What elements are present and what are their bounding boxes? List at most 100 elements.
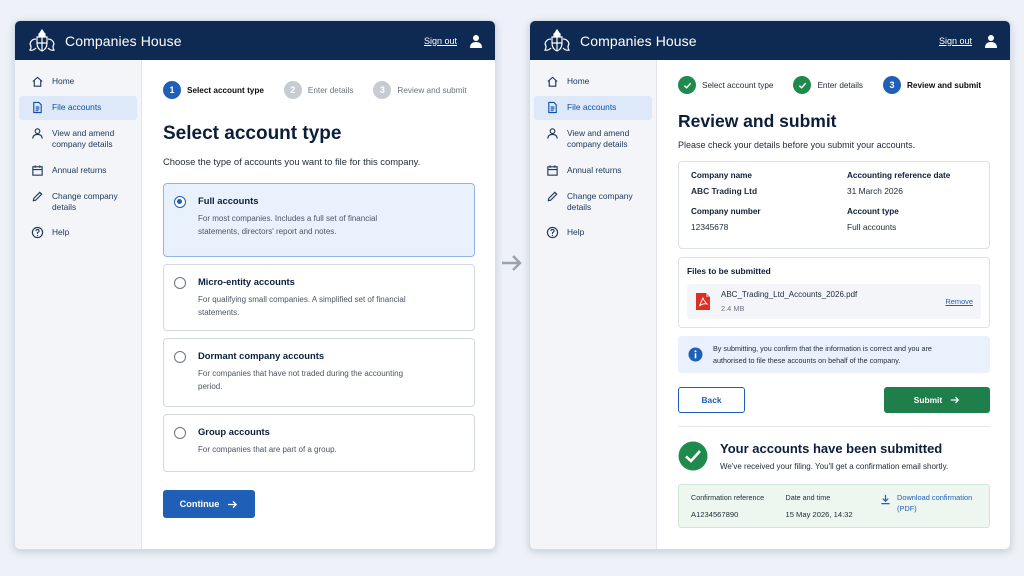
action-buttons: Back Submit [678,387,990,414]
option-full-accounts[interactable]: Full accounts For most companies. Includ… [163,183,475,257]
page-subtitle: Choose the type of accounts you want to … [163,156,421,167]
remove-file-link[interactable]: Remove [945,297,973,306]
brand-name: Companies House [580,32,697,49]
confirmation-reference: Confirmation reference A1234567890 [691,493,786,519]
header-bar: Companies House Sign out [530,21,1010,60]
submit-label: Submit [913,395,943,406]
detail-label: Accounting reference date [847,171,951,180]
detail-company-number: Company number 12345678 [691,207,847,232]
continue-label: Continue [179,499,220,509]
option-title: Group accounts [198,426,270,437]
progress-steps: 1 Select account type 2 Enter details 3 … [163,81,475,99]
select-account-type-screen: Companies House Sign out Home File accou… [14,20,496,550]
page-title: Select account type [163,123,342,144]
continue-button[interactable]: Continue [163,490,255,518]
sidebar-item-annual-returns[interactable]: Annual returns [19,159,137,183]
conf-value: 15 May 2026, 14:32 [785,510,853,520]
calendar-icon [32,165,43,176]
option-group[interactable]: Group accounts For companies that are pa… [163,414,475,472]
submit-button[interactable]: Submit [884,387,990,414]
conf-label: Date and time [785,493,831,503]
user-icon[interactable] [984,34,998,48]
sidebar-item-help[interactable]: Help [534,221,652,245]
detail-value: 31 March 2026 [847,186,903,196]
files-title: Files to be submitted [687,266,771,276]
calendar-icon [547,165,558,176]
sidebar-item-change-details[interactable]: Change company details [19,185,137,220]
details-grid: Company name ABC Trading Ltd Accounting … [691,171,977,232]
success-text: Your accounts have been submitted We've … [720,441,948,471]
step-number: 3 [373,81,392,99]
sidebar-item-label: File accounts [567,102,617,112]
step-label: Review and submit [397,85,467,95]
step-label: Enter details [307,85,354,95]
review-submit-screen: Companies House Sign out Home File accou… [529,20,1011,550]
option-dormant[interactable]: Dormant company accounts For companies t… [163,338,475,407]
radio-unselected[interactable] [174,351,186,363]
step-1: 1 Select account type [163,81,264,99]
radio-selected[interactable] [174,196,186,208]
step-label: Enter details [817,80,863,90]
detail-value: Full accounts [847,222,897,232]
flow-arrow-icon [502,255,522,271]
step-3-current: 3 Review and submit [882,76,982,94]
sidebar-item-view-amend[interactable]: View and amend company details [534,122,652,157]
document-icon [33,101,42,114]
success-banner: Your accounts have been submitted We've … [678,441,990,471]
arrow-right-icon [228,500,238,508]
step-2: 2 Enter details [283,81,354,99]
back-button[interactable]: Back [678,387,745,414]
check-icon [683,82,691,89]
download-confirmation-link[interactable]: Download confirmation (PDF) [880,493,977,519]
declaration-notice: By submitting, you confirm that the info… [678,336,990,374]
sign-out-link[interactable]: Sign out [424,36,457,46]
step-3: 3 Review and submit [373,81,467,99]
user-icon[interactable] [469,34,483,48]
page-subtitle: Please check your details before you sub… [678,140,916,150]
sidebar-item-file-accounts[interactable]: File accounts [19,96,137,120]
person-icon [32,128,43,139]
sidebar-item-label: View and amend company details [52,128,115,150]
sidebar-item-view-amend[interactable]: View and amend company details [19,122,137,157]
home-icon [32,76,43,87]
sidebar-item-file-accounts[interactable]: File accounts [534,96,652,120]
sign-out-link[interactable]: Sign out [939,36,972,46]
download-label: Download confirmation (PDF) [897,493,973,513]
step-check [678,76,696,94]
sidebar-item-label: Help [52,227,70,238]
help-icon [31,227,44,239]
sidebar-item-home[interactable]: Home [19,70,137,94]
sidebar-item-help[interactable]: Help [19,221,137,245]
sidebar-item-change-details[interactable]: Change company details [534,185,652,220]
step-number: 1 [163,81,181,99]
radio-unselected[interactable] [174,277,186,289]
sidebar-item-home[interactable]: Home [534,70,652,94]
step-1-complete: Select account type [678,76,773,94]
detail-label: Company number [691,207,761,216]
files-card: Files to be submitted ABC_Trading_Ltd_Ac… [678,257,990,328]
detail-company-name: Company name ABC Trading Ltd [691,171,847,196]
header-bar: Companies House Sign out [15,21,495,60]
pencil-icon [547,191,558,202]
success-check-icon [678,441,708,471]
success-subtitle: We've received your filing. You'll get a… [720,462,949,472]
radio-unselected[interactable] [174,427,186,439]
step-number: 2 [283,81,302,99]
brand-name: Companies House [65,32,182,49]
sidebar-item-annual-returns[interactable]: Annual returns [534,159,652,183]
main-content: Select account type Enter details 3 Revi… [658,60,1010,549]
detail-account-type: Account type Full accounts [847,207,997,232]
file-name: ABC_Trading_Ltd_Accounts_2026.pdf [721,290,858,299]
royal-crest-icon [29,28,55,52]
person-icon [547,128,558,139]
divider [678,426,990,428]
option-description: For most companies. Includes a full set … [198,214,378,237]
info-icon [688,347,703,362]
step-label: Review and submit [906,80,982,90]
detail-value: 12345678 [691,222,729,232]
option-micro-entity[interactable]: Micro-entity accounts For qualifying sma… [163,264,475,331]
option-title: Dormant company accounts [198,350,325,361]
option-description: For companies that are part of a group. [198,445,337,454]
declaration-text: By submitting, you confirm that the info… [713,344,932,365]
success-title: Your accounts have been submitted [720,441,943,457]
